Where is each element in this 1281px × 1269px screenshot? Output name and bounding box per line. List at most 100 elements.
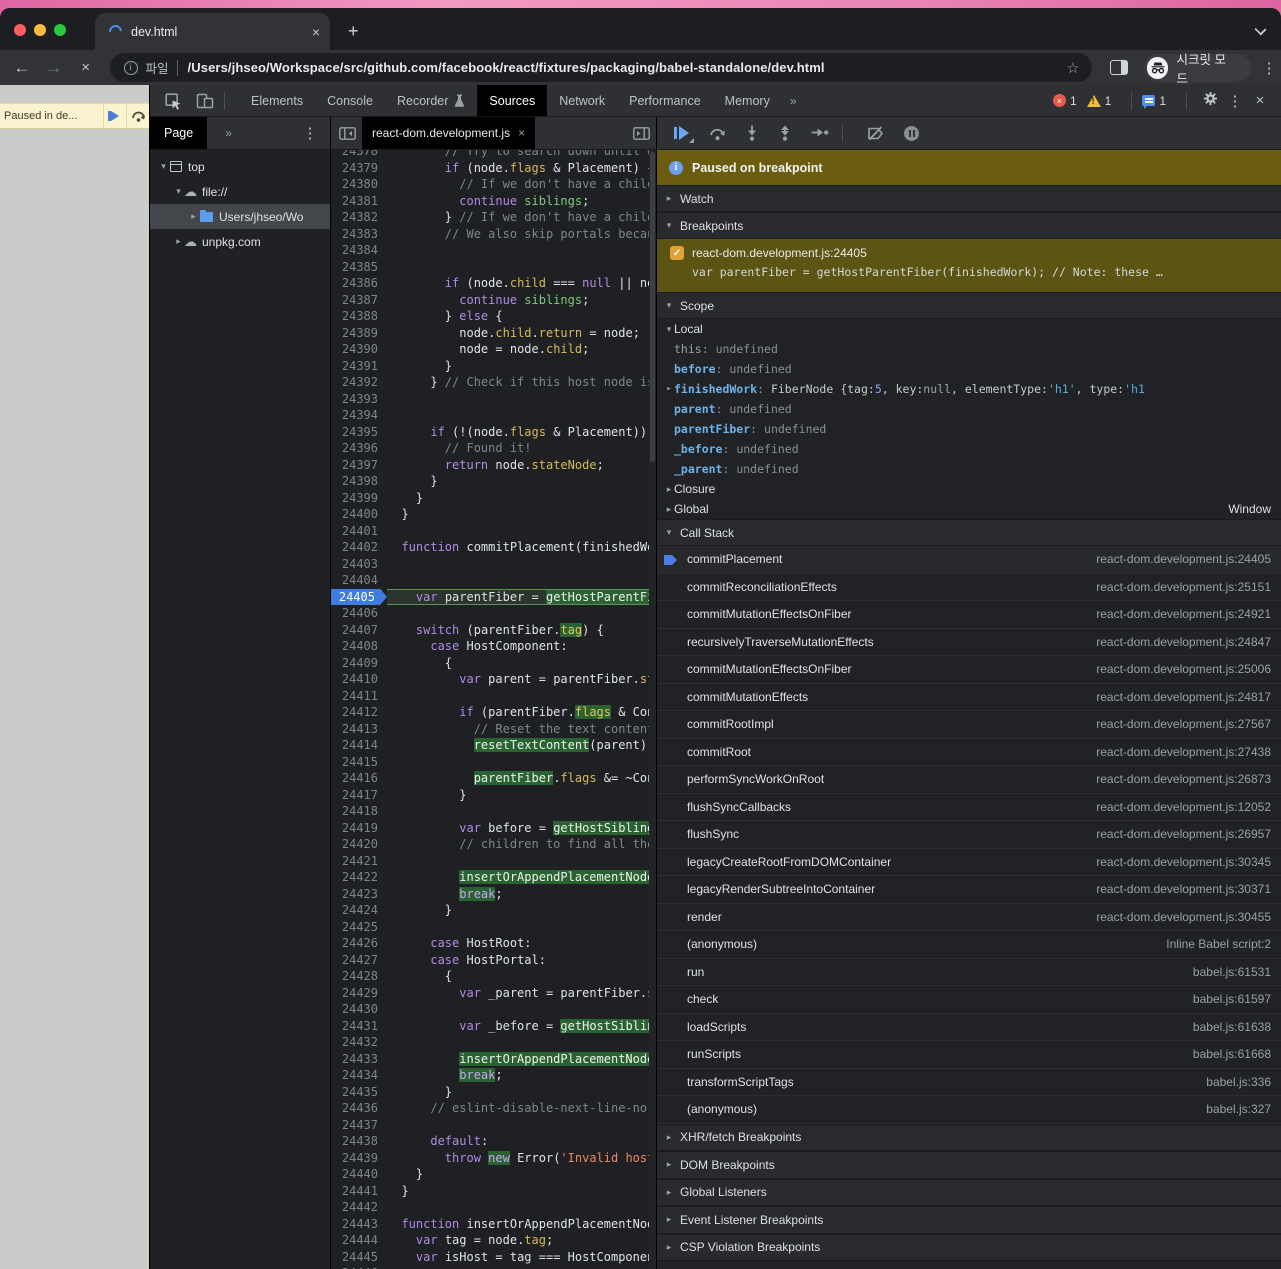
code-text[interactable]: } // If we don't have a child, try	[387, 209, 656, 226]
section-scope[interactable]: ▾Scope	[657, 292, 1281, 319]
code-text[interactable]: node.child.return = node;	[387, 325, 656, 342]
devtools-tab-sources[interactable]: Sources	[477, 85, 547, 116]
warning-badge[interactable]: 1	[1087, 94, 1112, 108]
chevron-right-icon[interactable]: ▸	[188, 211, 199, 222]
breakpoint-entry[interactable]: ✓ react-dom.development.js:24405 var par…	[657, 239, 1281, 292]
section-event-listener-breakpoints[interactable]: ▸Event Listener Breakpoints	[657, 1206, 1281, 1234]
breakpoint-checkbox[interactable]: ✓	[670, 246, 684, 260]
code-text[interactable]: }	[387, 1183, 656, 1200]
code-text[interactable]: case HostRoot:	[387, 935, 656, 952]
step-out-icon[interactable]	[778, 125, 792, 141]
line-number[interactable]: 24389	[331, 325, 387, 342]
line-number[interactable]: 24426	[331, 935, 387, 952]
line-number[interactable]: 24429	[331, 985, 387, 1002]
resume-icon[interactable]	[674, 126, 690, 140]
code-text[interactable]: insertOrAppendPlacementNodeIntoC	[387, 1051, 656, 1068]
code-text[interactable]: // If we don't have a child, try th	[387, 176, 656, 193]
code-text[interactable]: // Found it!	[387, 440, 656, 457]
code-text[interactable]: var parentFiber = getHostParentFiber(fin…	[387, 589, 656, 606]
minimize-window-button[interactable]	[34, 24, 46, 36]
stack-frame[interactable]: runScriptsbabel.js:61668	[657, 1041, 1281, 1069]
back-button[interactable]: ←	[6, 58, 38, 78]
line-number[interactable]: 24393	[331, 391, 387, 408]
step-into-icon[interactable]	[745, 125, 759, 141]
browser-menu-kebab-icon[interactable]: ⋮	[1257, 59, 1281, 77]
line-number[interactable]: 24390	[331, 341, 387, 358]
line-number[interactable]: 24398	[331, 473, 387, 490]
line-number[interactable]: 24397	[331, 457, 387, 474]
line-number[interactable]: 24413	[331, 721, 387, 738]
stack-frame[interactable]: transformScriptTagsbabel.js:336	[657, 1069, 1281, 1097]
stack-frame[interactable]: commitRootImplreact-dom.development.js:2…	[657, 711, 1281, 739]
line-number[interactable]: 24384	[331, 242, 387, 259]
line-number[interactable]: 24410	[331, 671, 387, 688]
deactivate-breakpoints-icon[interactable]	[867, 126, 885, 141]
devtools-tab-memory[interactable]: Memory	[713, 85, 782, 116]
code-text[interactable]: // children to find all the termi	[387, 836, 656, 853]
code-text[interactable]: break;	[387, 886, 656, 903]
code-text[interactable]: function commitPlacement(finishedWork) {	[387, 539, 656, 556]
tree-item-users-jhseo-wo[interactable]: ▸Users/jhseo/Wo	[150, 204, 330, 229]
section-dom-breakpoints[interactable]: ▸DOM Breakpoints	[657, 1151, 1281, 1179]
code-text[interactable]: {	[387, 968, 656, 985]
code-text[interactable]: }	[387, 358, 656, 375]
editor-scrollbar[interactable]	[649, 150, 656, 1269]
step-icon[interactable]	[811, 126, 829, 140]
code-text[interactable]: }	[387, 473, 656, 490]
line-number[interactable]: 24417	[331, 787, 387, 804]
stack-frame[interactable]: commitPlacementreact-dom.development.js:…	[657, 546, 1281, 574]
line-number[interactable]: 24386	[331, 275, 387, 292]
line-number[interactable]: 24425	[331, 919, 387, 936]
code-text[interactable]: continue siblings;	[387, 193, 656, 210]
code-text[interactable]: case HostPortal:	[387, 952, 656, 969]
devtools-close-icon[interactable]: ×	[1247, 92, 1273, 109]
code-text[interactable]: case HostComponent:	[387, 638, 656, 655]
line-number[interactable]: 24440	[331, 1166, 387, 1183]
hide-navigator-icon[interactable]	[339, 127, 356, 140]
code-text[interactable]: insertOrAppendPlacementNode(fin	[387, 869, 656, 886]
line-number[interactable]: 24433	[331, 1051, 387, 1068]
issues-badge[interactable]: 1	[1142, 94, 1166, 108]
scope-variable-finishedWork[interactable]: ▸finishedWork: FiberNode {tag: 5, key: n…	[657, 379, 1281, 399]
stack-frame[interactable]: runbabel.js:61531	[657, 959, 1281, 987]
devtools-menu-kebab-icon[interactable]: ⋮	[1223, 92, 1247, 110]
line-number[interactable]: 24379	[331, 160, 387, 177]
line-number[interactable]: 24394	[331, 407, 387, 424]
code-text[interactable]: var isHost = tag === HostComponent |	[387, 1249, 656, 1266]
scope-variable-_parent[interactable]: _parent: undefined	[657, 459, 1281, 479]
line-number[interactable]: 24381	[331, 193, 387, 210]
stack-frame[interactable]: checkbabel.js:61597	[657, 986, 1281, 1014]
line-number[interactable]: 24403	[331, 556, 387, 573]
forward-button[interactable]: →	[38, 58, 70, 78]
line-number[interactable]: 24405	[331, 589, 387, 606]
close-window-button[interactable]	[14, 24, 26, 36]
stack-frame[interactable]: renderreact-dom.development.js:30455	[657, 904, 1281, 932]
line-number[interactable]: 24396	[331, 440, 387, 457]
stop-loading-button[interactable]: ×	[70, 59, 102, 76]
scope-variable-parentFiber[interactable]: parentFiber: undefined	[657, 419, 1281, 439]
devtools-tab-elements[interactable]: Elements	[239, 85, 315, 116]
open-sidebar-icon[interactable]	[633, 127, 650, 140]
code-text[interactable]: // Try to search down until we find	[387, 150, 656, 160]
section-csp-violation-breakpoints[interactable]: ▸CSP Violation Breakpoints	[657, 1234, 1281, 1262]
inspect-element-icon[interactable]	[164, 92, 182, 110]
stack-frame[interactable]: (anonymous)babel.js:327	[657, 1096, 1281, 1124]
line-number[interactable]: 24444	[331, 1232, 387, 1249]
section-xhr-fetch-breakpoints[interactable]: ▸XHR/fetch Breakpoints	[657, 1124, 1281, 1152]
chevron-right-icon[interactable]: ▸	[173, 236, 184, 247]
code-text[interactable]: var tag = node.tag;	[387, 1232, 656, 1249]
code-text[interactable]: if (parentFiber.flags & ContentReset	[387, 704, 656, 721]
line-number[interactable]: 24435	[331, 1084, 387, 1101]
maximize-window-button[interactable]	[54, 24, 66, 36]
line-number[interactable]: 24404	[331, 572, 387, 589]
line-number[interactable]: 24412	[331, 704, 387, 721]
overlay-step-over-button[interactable]	[127, 104, 149, 128]
bookmark-star-icon[interactable]: ☆	[1066, 59, 1079, 77]
line-number[interactable]: 24419	[331, 820, 387, 837]
line-number[interactable]: 24383	[331, 226, 387, 243]
code-text[interactable]: if (node.flags & Placement) {	[387, 160, 656, 177]
code-text[interactable]: // We also skip portals because the	[387, 226, 656, 243]
settings-gear-icon[interactable]	[1197, 91, 1223, 110]
tab-close-icon[interactable]: ×	[312, 25, 320, 39]
stack-frame[interactable]: legacyCreateRootFromDOMContainerreact-do…	[657, 849, 1281, 877]
